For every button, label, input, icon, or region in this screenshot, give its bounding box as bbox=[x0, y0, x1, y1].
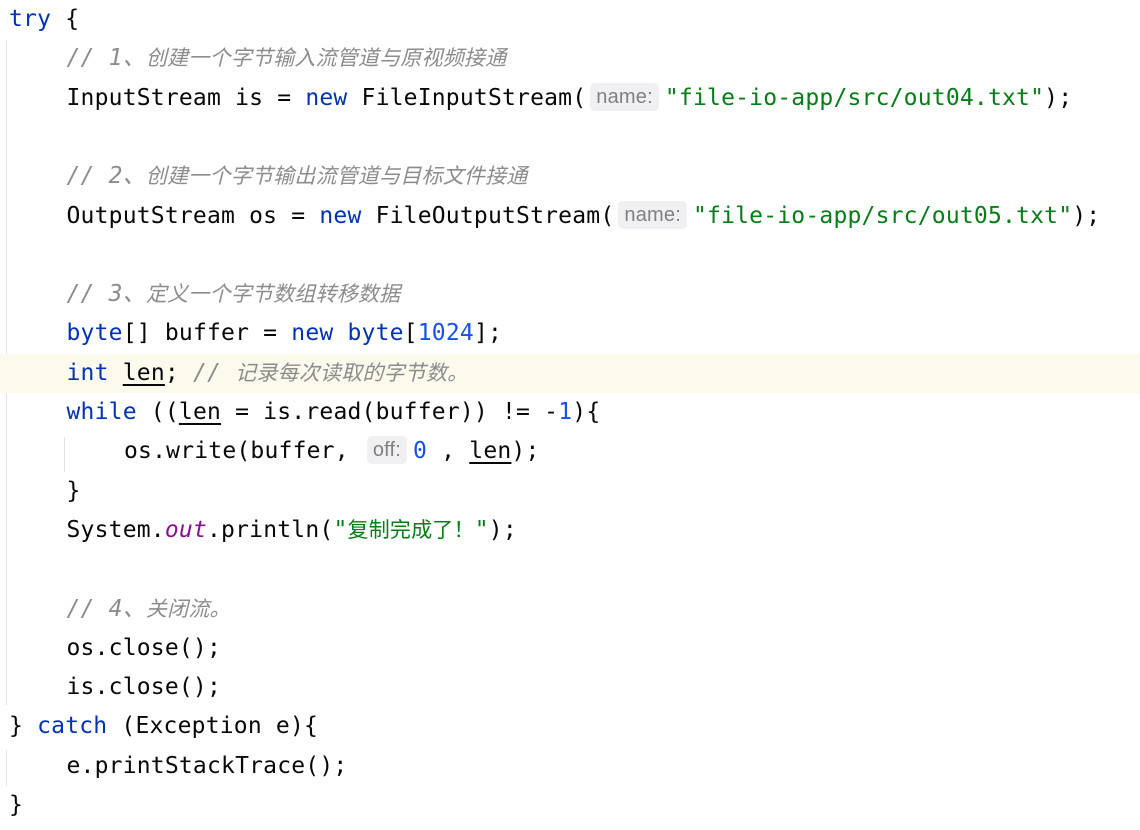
code-line[interactable]: // 4、关闭流。 bbox=[0, 590, 231, 629]
keyword: new bbox=[305, 84, 348, 111]
code-line[interactable] bbox=[0, 118, 9, 157]
keyword: int bbox=[66, 359, 109, 386]
number-literal: 1024 bbox=[417, 320, 474, 347]
code-line[interactable] bbox=[0, 236, 9, 275]
code-line[interactable]: InputStream is = new FileInputStream(nam… bbox=[0, 79, 1072, 118]
keyword: new bbox=[319, 202, 362, 229]
code-text: } bbox=[66, 477, 81, 504]
code-text: os.close(); bbox=[66, 634, 222, 661]
code-text: { bbox=[51, 6, 80, 32]
code-text: ); bbox=[488, 516, 517, 543]
code-text: = is.read(buffer)) != - bbox=[221, 399, 559, 425]
parameter-hint: off: bbox=[366, 436, 408, 465]
variable-reference: len bbox=[469, 438, 512, 465]
code-line[interactable]: os.close(); bbox=[0, 629, 221, 668]
code-line[interactable]: } bbox=[0, 786, 23, 825]
code-line[interactable]: } catch (Exception e){ bbox=[0, 707, 318, 746]
code-line[interactable]: while ((len = is.read(buffer)) != -1){ bbox=[0, 393, 601, 432]
code-text: [] buffer = bbox=[122, 320, 292, 347]
keyword: catch bbox=[37, 713, 108, 740]
code-text: os.write(buffer, bbox=[124, 438, 363, 465]
comment: 创建一个字节输出流管道与目标文件接通 bbox=[145, 164, 528, 189]
code-text: InputStream is = bbox=[66, 84, 306, 111]
code-line[interactable]: System.out.println("复制完成了！"); bbox=[0, 511, 517, 550]
comment: 记录每次读取的字节数。 bbox=[235, 360, 469, 385]
code-line[interactable]: byte[] buffer = new byte[1024]; bbox=[0, 314, 502, 353]
code-text: FileInputStream( bbox=[347, 84, 587, 111]
code-text: } bbox=[9, 792, 24, 818]
comment: 创建一个字节输入流管道与原视频接通 bbox=[145, 46, 507, 71]
comment: // bbox=[192, 359, 236, 386]
static-field: out bbox=[164, 516, 207, 543]
code-editor[interactable]: try {// 1、创建一个字节输入流管道与原视频接通 InputStream i… bbox=[0, 0, 1140, 830]
code-text: } bbox=[9, 713, 38, 740]
code-text: ]; bbox=[473, 320, 503, 347]
code-text: FileOutputStream( bbox=[361, 202, 615, 229]
variable-reference: len bbox=[122, 359, 165, 386]
comment: // 2、 bbox=[66, 163, 146, 190]
code-line[interactable]: } bbox=[0, 472, 81, 511]
string-literal: "file-io-app/src/out05.txt" bbox=[692, 202, 1073, 229]
code-text: ){ bbox=[572, 399, 601, 425]
string-literal: " bbox=[474, 516, 489, 543]
number-literal: 1 bbox=[558, 399, 573, 425]
code-line[interactable]: is.close(); bbox=[0, 668, 221, 707]
code-text: OutputStream os = bbox=[66, 202, 320, 229]
code-text: ); bbox=[1072, 202, 1101, 229]
comment: // 4、 bbox=[66, 595, 146, 622]
code-line[interactable]: e.printStackTrace(); bbox=[0, 747, 348, 786]
keyword: while bbox=[66, 399, 137, 425]
comment: // 1、 bbox=[66, 45, 146, 72]
variable-reference: len bbox=[178, 399, 222, 425]
code-text: (Exception e){ bbox=[107, 713, 319, 740]
comment: 关闭流。 bbox=[145, 596, 231, 621]
code-line-current[interactable]: int len; // 记录每次读取的字节数。 bbox=[0, 353, 1140, 393]
code-text: System. bbox=[66, 516, 165, 543]
string-literal: " bbox=[333, 516, 348, 543]
keyword: byte bbox=[66, 320, 123, 347]
code-text: e.printStackTrace(); bbox=[66, 752, 348, 779]
code-text: (( bbox=[136, 399, 179, 425]
comment: // 3、 bbox=[66, 281, 146, 308]
parameter-hint: name: bbox=[590, 82, 659, 111]
code-text: ); bbox=[511, 438, 540, 465]
parameter-hint: name: bbox=[618, 200, 687, 229]
keyword: new byte bbox=[291, 320, 404, 347]
code-text: is.close(); bbox=[66, 674, 222, 701]
number-literal: 0 bbox=[413, 438, 428, 465]
code-line[interactable]: // 2、创建一个字节输出流管道与目标文件接通 bbox=[0, 157, 528, 196]
comment: 定义一个字节数组转移数据 bbox=[145, 282, 401, 307]
code-text: , bbox=[427, 438, 470, 465]
code-line[interactable]: OutputStream os = new FileOutputStream(n… bbox=[0, 197, 1100, 236]
keyword: try bbox=[9, 6, 52, 32]
code-line[interactable]: os.write(buffer, off: 0 , len); bbox=[0, 432, 540, 471]
code-line[interactable]: // 3、定义一个字节数组转移数据 bbox=[0, 275, 401, 314]
code-line[interactable] bbox=[0, 550, 9, 589]
code-text: .println( bbox=[207, 516, 334, 543]
code-line[interactable]: try { bbox=[0, 0, 79, 39]
code-line[interactable]: // 1、创建一个字节输入流管道与原视频接通 bbox=[0, 39, 507, 78]
string-literal: 复制完成了！ bbox=[347, 517, 475, 542]
code-text: [ bbox=[403, 320, 418, 347]
string-literal: "file-io-app/src/out04.txt" bbox=[664, 84, 1045, 111]
code-text: ; bbox=[164, 359, 193, 386]
code-text: ); bbox=[1044, 84, 1073, 111]
